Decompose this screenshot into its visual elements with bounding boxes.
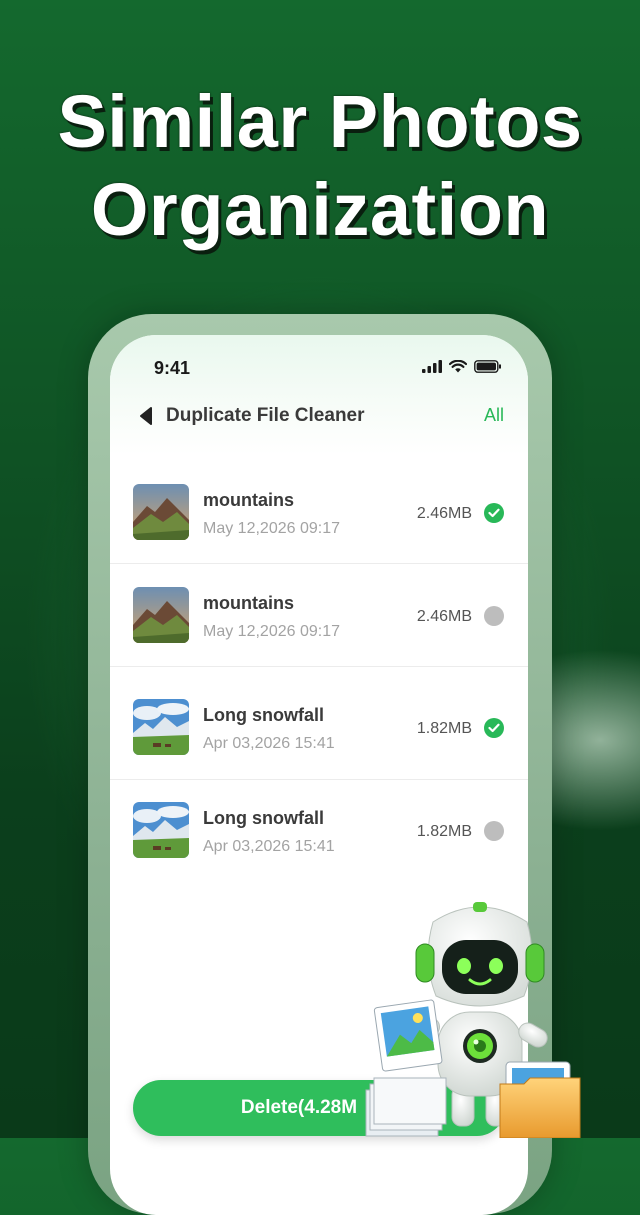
unselected-checkbox[interactable] — [484, 821, 504, 841]
file-row[interactable]: mountains May 12,2026 09:17 2.46MB — [110, 564, 528, 667]
selected-checkbox[interactable] — [484, 718, 504, 738]
wifi-icon — [449, 360, 467, 373]
status-time: 9:41 — [154, 358, 191, 378]
file-name: Long snowfall — [203, 808, 324, 828]
file-row[interactable]: Long snowfall Apr 03,2026 15:41 1.82MB — [110, 780, 528, 882]
file-size: 2.46MB — [416, 505, 472, 522]
battery-icon — [474, 360, 501, 373]
headline: Similar Photos Organization — [0, 78, 640, 254]
checkmark-icon — [488, 723, 500, 733]
headline-line-1: Similar Photos — [57, 80, 583, 163]
snow-landscape-thumbnail — [133, 699, 189, 755]
select-all-button[interactable]: All — [484, 405, 504, 426]
file-size: 1.82MB — [416, 823, 472, 840]
file-row[interactable]: Long snowfall Apr 03,2026 15:41 1.82MB — [110, 667, 528, 780]
snow-landscape-icon — [133, 802, 189, 858]
signal-icon — [422, 360, 442, 373]
file-date: Apr 03,2026 15:41 — [203, 838, 335, 855]
mountain-icon — [133, 587, 189, 643]
screen-header-background — [110, 335, 528, 455]
file-date: Apr 03,2026 15:41 — [203, 735, 335, 752]
delete-button-label: Delete(4.28M — [240, 1097, 358, 1118]
snow-landscape-thumbnail — [133, 802, 189, 858]
file-size: 2.46MB — [416, 608, 472, 625]
file-date: May 12,2026 09:17 — [203, 623, 340, 640]
mountain-icon — [133, 484, 189, 540]
file-row[interactable]: mountains May 12,2026 09:17 2.46MB — [110, 461, 528, 564]
file-name: Long snowfall — [203, 705, 324, 725]
snow-landscape-icon — [133, 699, 189, 755]
file-size: 1.82MB — [416, 720, 472, 737]
selected-checkbox[interactable] — [484, 503, 504, 523]
file-name: mountains — [203, 490, 295, 510]
file-date: May 12,2026 09:17 — [203, 520, 340, 537]
headline-line-2: Organization — [90, 168, 550, 251]
file-name: mountains — [203, 593, 295, 613]
status-icons — [422, 360, 502, 373]
robot-mascot-icon — [365, 902, 581, 1138]
page-title: Duplicate File Cleaner — [166, 405, 365, 426]
back-arrow-icon[interactable] — [136, 405, 158, 427]
checkmark-icon — [488, 508, 500, 518]
unselected-checkbox[interactable] — [484, 606, 504, 626]
mountain-thumbnail — [133, 587, 189, 643]
mountain-thumbnail — [133, 484, 189, 540]
